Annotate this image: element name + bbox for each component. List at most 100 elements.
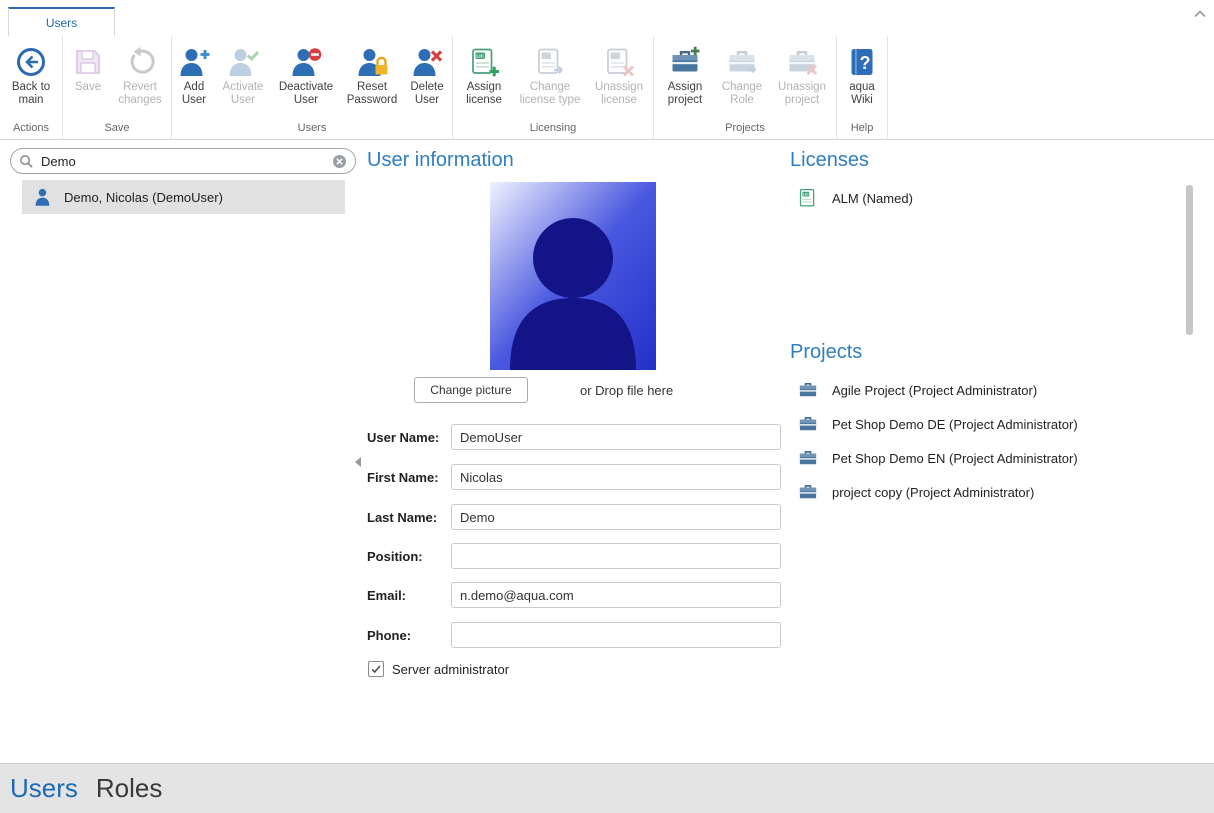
- user-list-panel: Demo, Nicolas (DemoUser): [0, 141, 356, 763]
- briefcase-icon: [798, 380, 818, 400]
- change-role-label: Change Role: [714, 81, 770, 107]
- user-list-item[interactable]: Demo, Nicolas (DemoUser): [22, 180, 345, 214]
- svg-text:?: ?: [860, 53, 871, 73]
- tab-users-label: Users: [46, 16, 77, 30]
- briefcase-icon: [798, 448, 818, 468]
- license-x-icon: [603, 46, 635, 78]
- person-icon: [34, 187, 54, 207]
- collapse-panel-arrow-icon[interactable]: [354, 455, 362, 469]
- activate-user-button[interactable]: Activate User: [214, 40, 272, 107]
- project-item[interactable]: Pet Shop Demo DE (Project Administrator): [798, 407, 1190, 441]
- reset-password-button[interactable]: Reset Password: [340, 40, 404, 107]
- position-label: Position:: [367, 549, 451, 564]
- add-user-label: Add User: [174, 81, 214, 107]
- ribbon-group-licensing: LIC Assign license Change license type: [453, 36, 654, 139]
- save-button[interactable]: Save: [65, 40, 111, 94]
- ribbon-group-help: ? aqua Wiki Help: [837, 36, 888, 139]
- module-tab-roles[interactable]: Roles: [96, 773, 162, 804]
- briefcase-x-icon: [786, 46, 818, 78]
- aqua-wiki-button[interactable]: ? aqua Wiki: [839, 40, 885, 107]
- briefcase-arrow-icon: [726, 46, 758, 78]
- license-arrow-icon: [534, 46, 566, 78]
- person-x-icon: [411, 46, 443, 78]
- unassign-license-button[interactable]: Unassign license: [587, 40, 651, 107]
- drop-file-hint: or Drop file here: [580, 383, 673, 398]
- license-card-icon: LIC: [798, 188, 818, 208]
- first-name-input[interactable]: [451, 464, 781, 490]
- person-check-icon: [227, 46, 259, 78]
- deactivate-user-label: Deactivate User: [272, 81, 340, 107]
- field-row-email: Email:: [367, 582, 781, 608]
- ribbon-group-save: Save Revert changes Save: [63, 36, 172, 139]
- field-row-first-name: First Name:: [367, 464, 781, 490]
- server-admin-checkbox[interactable]: [368, 661, 384, 677]
- email-input[interactable]: [451, 582, 781, 608]
- project-item-label: project copy (Project Administrator): [832, 485, 1034, 500]
- undo-arrow-icon: [124, 46, 156, 78]
- search-icon: [19, 154, 34, 169]
- assign-project-button[interactable]: Assign project: [656, 40, 714, 107]
- user-information-panel: User information Change picture or Drop …: [367, 141, 781, 763]
- module-tab-users[interactable]: Users: [10, 773, 78, 804]
- user-information-title: User information: [367, 149, 514, 172]
- project-item-label: Pet Shop Demo DE (Project Administrator): [832, 417, 1078, 432]
- delete-user-label: Delete User: [404, 81, 450, 107]
- deactivate-user-button[interactable]: Deactivate User: [272, 40, 340, 107]
- last-name-label: Last Name:: [367, 510, 451, 525]
- unassign-license-label: Unassign license: [587, 81, 651, 107]
- user-name-label: User Name:: [367, 430, 451, 445]
- ribbon-tab-bar: Users: [0, 0, 1214, 36]
- ribbon-group-users: Add User Activate User Deactivate U: [172, 36, 453, 139]
- field-row-last-name: Last Name:: [367, 504, 781, 530]
- person-minus-circle-icon: [290, 46, 322, 78]
- email-label: Email:: [367, 588, 451, 603]
- add-user-button[interactable]: Add User: [174, 40, 214, 107]
- assign-license-label: Assign license: [455, 81, 513, 107]
- tab-users[interactable]: Users: [8, 7, 115, 36]
- licenses-projects-panel: Licenses LIC ALM (Named) Projects Agile …: [790, 141, 1190, 763]
- first-name-label: First Name:: [367, 470, 451, 485]
- project-item-label: Pet Shop Demo EN (Project Administrator): [832, 451, 1078, 466]
- unassign-project-label: Unassign project: [770, 81, 834, 107]
- back-to-main-label: Back to main: [2, 81, 60, 107]
- collapse-ribbon-chevron-icon[interactable]: [1193, 9, 1207, 19]
- group-name-help: Help: [837, 121, 887, 139]
- user-search-input[interactable]: [41, 154, 325, 169]
- change-role-button[interactable]: Change Role: [714, 40, 770, 107]
- project-item-label: Agile Project (Project Administrator): [832, 383, 1037, 398]
- user-name-input[interactable]: [451, 424, 781, 450]
- projects-list: Agile Project (Project Administrator) Pe…: [798, 373, 1190, 509]
- delete-user-button[interactable]: Delete User: [404, 40, 450, 107]
- activate-user-label: Activate User: [214, 81, 272, 107]
- group-name-actions: Actions: [0, 121, 62, 139]
- clear-search-icon[interactable]: [332, 154, 347, 169]
- field-row-phone: Phone:: [367, 622, 781, 648]
- field-row-user-name: User Name:: [367, 424, 781, 450]
- license-item[interactable]: LIC ALM (Named): [798, 185, 913, 211]
- group-name-save: Save: [63, 121, 171, 139]
- project-item[interactable]: Pet Shop Demo EN (Project Administrator): [798, 441, 1190, 475]
- book-question-icon: ?: [846, 46, 878, 78]
- project-item[interactable]: Agile Project (Project Administrator): [798, 373, 1190, 407]
- vertical-scrollbar-thumb[interactable]: [1186, 185, 1193, 335]
- project-item[interactable]: project copy (Project Administrator): [798, 475, 1190, 509]
- change-license-type-button[interactable]: Change license type: [513, 40, 587, 107]
- check-mark-icon: [370, 663, 382, 675]
- phone-input[interactable]: [451, 622, 781, 648]
- change-license-type-label: Change license type: [513, 81, 587, 107]
- revert-changes-button[interactable]: Revert changes: [111, 40, 169, 107]
- group-name-users: Users: [172, 121, 452, 139]
- revert-changes-label: Revert changes: [111, 81, 169, 107]
- last-name-input[interactable]: [451, 504, 781, 530]
- back-icon: [15, 46, 47, 78]
- license-item-label: ALM (Named): [832, 191, 913, 206]
- position-input[interactable]: [451, 543, 781, 569]
- server-admin-label: Server administrator: [392, 662, 509, 677]
- projects-title: Projects: [790, 341, 862, 364]
- assign-project-label: Assign project: [656, 81, 714, 107]
- back-to-main-button[interactable]: Back to main: [2, 40, 60, 107]
- change-picture-button[interactable]: Change picture: [414, 377, 528, 403]
- assign-license-button[interactable]: LIC Assign license: [455, 40, 513, 107]
- aqua-wiki-label: aqua Wiki: [839, 81, 885, 107]
- unassign-project-button[interactable]: Unassign project: [770, 40, 834, 107]
